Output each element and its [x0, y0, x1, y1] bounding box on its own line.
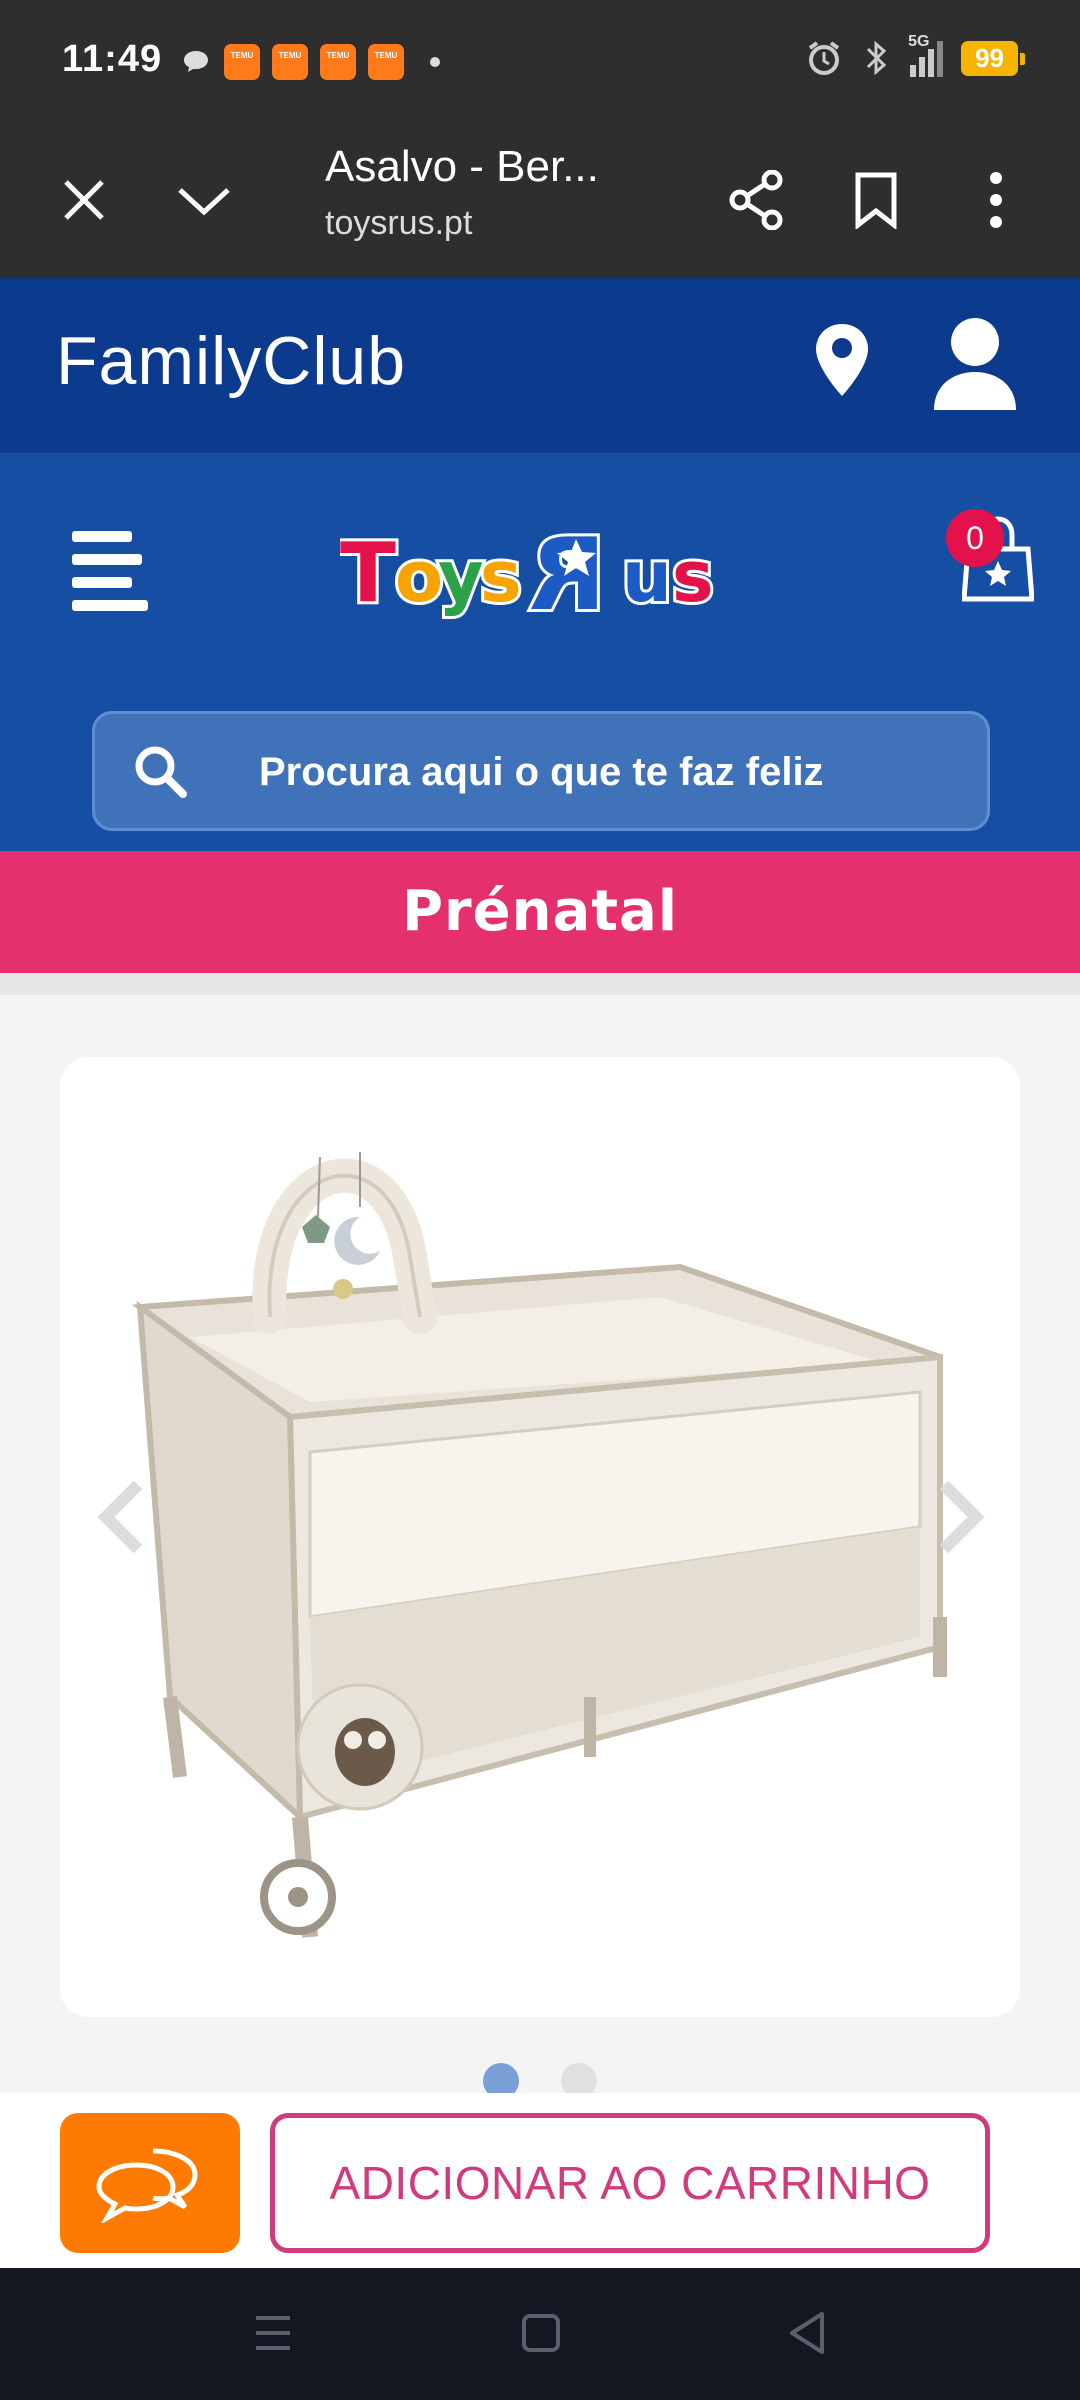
search-icon	[135, 746, 187, 798]
svg-text:u: u	[622, 536, 672, 618]
chevron-left-icon	[97, 1480, 143, 1554]
temu-notification-icon: TEMU	[224, 44, 260, 80]
bookmark-icon	[855, 172, 897, 229]
menu-button[interactable]	[72, 531, 154, 611]
signal-icon: 5G	[908, 33, 944, 77]
close-icon	[64, 180, 104, 220]
site-header: T o y s R u s 0 Procura aqui o que te fa…	[0, 453, 1080, 851]
svg-text:s: s	[672, 536, 714, 618]
store-locator-button[interactable]	[814, 322, 870, 403]
prenatal-banner[interactable]: Prénatal	[0, 851, 1080, 973]
previous-image-button[interactable]	[92, 1477, 152, 1557]
more-notifications-dot	[430, 57, 440, 67]
more-options-button[interactable]	[956, 160, 1036, 240]
bookmark-button[interactable]	[836, 160, 916, 240]
svg-text:o: o	[395, 536, 443, 618]
share-button[interactable]	[716, 160, 796, 240]
back-icon[interactable]	[786, 2308, 828, 2358]
svg-text:T: T	[340, 526, 396, 621]
alarm-icon	[808, 41, 840, 75]
search-bar[interactable]: Procura aqui o que te faz feliz	[92, 711, 990, 831]
chat-bubbles-icon	[96, 2148, 198, 2223]
account-button[interactable]	[932, 316, 1018, 417]
battery-indicator: 99	[961, 40, 1025, 76]
next-image-button[interactable]	[930, 1477, 990, 1557]
svg-text:y: y	[438, 536, 484, 618]
toysrus-logo[interactable]: T o y s R u s	[340, 501, 770, 631]
chat-button[interactable]	[60, 2113, 240, 2253]
page-title: Asalvo - Ber...	[325, 142, 599, 191]
gallery-pagination	[0, 2063, 1080, 2099]
temu-notification-icon: TEMU	[320, 44, 356, 80]
familyclub-logo[interactable]: FamilyClub	[56, 322, 406, 400]
user-icon	[934, 318, 1016, 410]
product-action-bar: ADICIONAR AO CARRINHO	[0, 2093, 1080, 2268]
section-divider	[0, 973, 1080, 995]
temu-notification-icon: TEMU	[272, 44, 308, 80]
location-pin-icon	[816, 324, 868, 396]
chevron-right-icon	[939, 1480, 985, 1554]
collapse-button[interactable]	[164, 160, 244, 240]
family-club-bar: FamilyClub	[0, 278, 1080, 453]
status-right-icons: 5G 99	[804, 33, 1025, 78]
chevron-down-icon	[178, 188, 230, 216]
search-placeholder: Procura aqui o que te faz feliz	[259, 750, 824, 794]
browser-toolbar: Asalvo - Ber... toysrus.pt	[0, 120, 1080, 278]
close-tab-button[interactable]	[44, 160, 124, 240]
prenatal-logo: Prénatal	[401, 879, 679, 944]
status-bar: 11:49 TEMU TEMU TEMU TEMU 5G 99	[0, 0, 1080, 120]
product-gallery	[0, 995, 1080, 2099]
temu-notification-icon: TEMU	[368, 44, 404, 80]
svg-text:s: s	[480, 536, 522, 618]
status-time: 11:49	[62, 38, 163, 80]
recent-apps-icon[interactable]	[252, 2308, 294, 2358]
chat-bubble-icon	[184, 51, 208, 72]
add-to-cart-button[interactable]: ADICIONAR AO CARRINHO	[270, 2113, 990, 2253]
product-image-card[interactable]	[60, 1057, 1020, 2017]
system-navigation-bar	[0, 2268, 1080, 2400]
travel-cot-image	[131, 1152, 947, 1938]
home-icon[interactable]	[520, 2308, 562, 2358]
page-url: toysrus.pt	[325, 204, 473, 242]
cart-count-badge: 0	[946, 509, 1004, 567]
share-icon	[729, 170, 783, 230]
bluetooth-icon	[867, 40, 887, 76]
more-vertical-icon	[990, 172, 1002, 228]
notification-icons: TEMU TEMU TEMU TEMU	[180, 44, 440, 80]
